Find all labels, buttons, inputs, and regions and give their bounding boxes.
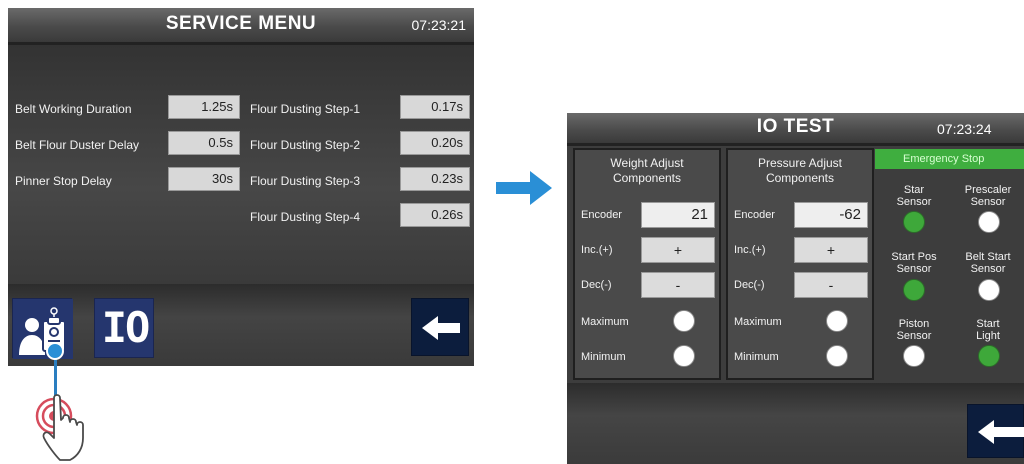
weight-adjust-heading-line1: Weight Adjust: [610, 156, 684, 170]
pressure-inc-button[interactable]: +: [794, 237, 868, 263]
star-sensor-label-line2: Sensor: [896, 196, 932, 208]
pressure-adjust-panel: Pressure Adjust Components Encoder -62 I…: [726, 148, 874, 380]
start-pos-sensor-label: Start Pos Sensor: [879, 251, 949, 275]
io-test-footer: [567, 383, 1024, 464]
prescaler-sensor-label-line2: Sensor: [970, 196, 1006, 208]
service-menu-screen: SERVICE MENU 07:23:21 Belt Working Durat…: [8, 8, 474, 366]
weight-minimum-indicator: [673, 345, 695, 367]
pressure-encoder-label: Encoder: [734, 209, 775, 221]
pressure-inc-label: Inc.(+): [734, 244, 766, 256]
weight-dec-button[interactable]: -: [641, 272, 715, 298]
belt-flour-duster-delay-field[interactable]: 0.5s: [168, 131, 240, 155]
right-arrow-icon: [496, 171, 552, 205]
weight-maximum-indicator: [673, 310, 695, 332]
io-test-screen: IO TEST 07:23:24 Weight Adjust Component…: [567, 113, 1024, 464]
star-sensor-label: Star Sensor: [879, 184, 949, 208]
service-menu-footer: [8, 284, 474, 366]
belt-working-duration-label: Belt Working Duration: [15, 102, 132, 116]
weight-adjust-heading-line2: Components: [612, 171, 682, 185]
io-test-header: IO TEST 07:23:24: [567, 113, 1024, 143]
service-menu-header: SERVICE MENU 07:23:21: [8, 8, 474, 42]
flour-dusting-step-4-label: Flour Dusting Step-4: [250, 210, 361, 224]
pinner-stop-delay-field[interactable]: 30s: [168, 167, 240, 191]
start-light-label-line2: Light: [976, 330, 1000, 342]
prescaler-sensor-indicator: [978, 211, 1000, 233]
io-button-label: IO: [101, 303, 151, 352]
flour-dusting-step-2-field[interactable]: 0.20s: [400, 131, 470, 155]
flour-dusting-step-1-label: Flour Dusting Step-1: [250, 102, 361, 116]
star-sensor-label-line1: Star: [903, 184, 925, 196]
weight-encoder-value: 21: [641, 202, 715, 228]
piston-sensor-label: Piston Sensor: [879, 318, 949, 342]
clock: 07:23:21: [411, 17, 467, 33]
weight-encoder-label: Encoder: [581, 209, 622, 221]
start-pos-sensor-indicator: [903, 279, 925, 301]
tap-hand-icon: [35, 394, 84, 461]
weight-adjust-panel: Weight Adjust Components Encoder 21 Inc.…: [573, 148, 721, 380]
flour-dusting-step-3-label: Flour Dusting Step-3: [250, 174, 361, 188]
weight-inc-button[interactable]: +: [641, 237, 715, 263]
weight-dec-label: Dec(-): [581, 279, 612, 291]
piston-sensor-label-line2: Sensor: [896, 330, 932, 342]
weight-adjust-heading: Weight Adjust Components: [575, 156, 719, 186]
start-light-label: Start Light: [952, 318, 1024, 342]
service-technician-icon: [13, 299, 73, 359]
belt-start-sensor-label-line1: Belt Start: [965, 251, 1011, 263]
pressure-adjust-heading: Pressure Adjust Components: [728, 156, 872, 186]
weight-maximum-label: Maximum: [581, 316, 629, 328]
piston-sensor-indicator: [903, 345, 925, 367]
prescaler-sensor-label-line1: Prescaler: [964, 184, 1012, 196]
pressure-dec-button[interactable]: -: [794, 272, 868, 298]
pressure-adjust-heading-line1: Pressure Adjust: [757, 156, 843, 170]
belt-start-sensor-label-line2: Sensor: [970, 263, 1006, 275]
service-settings-area: Belt Working Duration 1.25s Belt Flour D…: [8, 45, 474, 285]
clock: 07:23:24: [937, 121, 992, 137]
pressure-dec-label: Dec(-): [734, 279, 765, 291]
belt-start-sensor-label: Belt Start Sensor: [952, 251, 1024, 275]
pinner-stop-delay-label: Pinner Stop Delay: [15, 174, 112, 188]
belt-working-duration-field[interactable]: 1.25s: [168, 95, 240, 119]
flour-dusting-step-3-field[interactable]: 0.23s: [400, 167, 470, 191]
emergency-stop-indicator: Emergency Stop: [875, 149, 1024, 169]
start-pos-sensor-label-line2: Sensor: [896, 263, 932, 275]
back-button[interactable]: [411, 298, 469, 356]
flour-dusting-step-2-label: Flour Dusting Step-2: [250, 138, 361, 152]
tap-indicator-dot: [46, 342, 64, 360]
weight-minimum-label: Minimum: [581, 351, 626, 363]
pressure-minimum-indicator: [826, 345, 848, 367]
weight-inc-label: Inc.(+): [581, 244, 613, 256]
start-light-label-line1: Start: [976, 318, 1000, 330]
prescaler-sensor-label: Prescaler Sensor: [952, 184, 1024, 208]
flour-dusting-step-1-field[interactable]: 0.17s: [400, 95, 470, 119]
pressure-maximum-label: Maximum: [734, 316, 782, 328]
io-test-button[interactable]: IO: [94, 298, 154, 358]
header-divider: [567, 143, 1024, 146]
belt-start-sensor-indicator: [978, 279, 1000, 301]
back-arrow-icon: [978, 420, 1024, 444]
start-light-indicator: [978, 345, 1000, 367]
star-sensor-indicator: [903, 211, 925, 233]
start-pos-sensor-label-line1: Start Pos: [891, 251, 937, 263]
piston-sensor-label-line1: Piston: [898, 318, 930, 330]
pressure-adjust-heading-line2: Components: [765, 171, 835, 185]
pressure-minimum-label: Minimum: [734, 351, 779, 363]
flour-dusting-step-4-field[interactable]: 0.26s: [400, 203, 470, 227]
pressure-maximum-indicator: [826, 310, 848, 332]
belt-flour-duster-delay-label: Belt Flour Duster Delay: [15, 138, 140, 152]
back-button[interactable]: [967, 404, 1024, 458]
page-title: SERVICE MENU: [165, 13, 317, 34]
pressure-encoder-value: -62: [794, 202, 868, 228]
back-arrow-icon: [422, 316, 460, 340]
